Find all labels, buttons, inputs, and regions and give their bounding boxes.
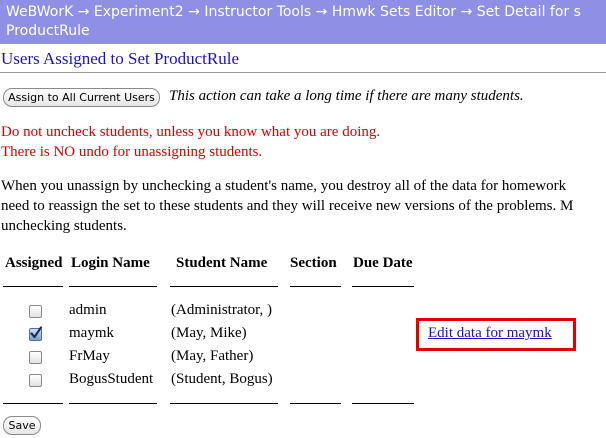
footer-rule-login: [69, 403, 157, 404]
header-rule-section: [290, 286, 341, 287]
footer-rule-student: [170, 403, 278, 404]
header-section: Section: [290, 255, 337, 271]
student-name-cell: (Student, Bogus): [171, 371, 273, 387]
assigned-checkbox-maymk[interactable]: [29, 326, 43, 341]
assign-note: This action can take a long time if ther…: [169, 88, 524, 104]
save-button[interactable]: Save: [3, 416, 41, 435]
assigned-checkbox-bogusstudent[interactable]: [29, 374, 42, 387]
title-divider: [0, 72, 606, 73]
breadcrumb-line-2: ProductRule: [6, 23, 90, 39]
header-login-name: Login Name: [71, 255, 150, 271]
footer-rule-assigned: [3, 403, 63, 404]
header-due-date: Due Date: [353, 255, 413, 271]
assigned-checkbox-admin[interactable]: [29, 305, 42, 318]
info-paragraph-line-2: need to reassign the set to these studen…: [1, 198, 574, 214]
info-paragraph-line-1: When you unassign by unchecking a studen…: [1, 178, 567, 194]
login-name-cell: FrMay: [69, 348, 110, 364]
student-name-cell: (May, Father): [171, 348, 254, 364]
breadcrumb-bar: WeBWorK → Experiment2 → Instructor Tools…: [0, 0, 606, 44]
header-rule-due: [352, 286, 414, 287]
edit-data-link-maymk[interactable]: Edit data for maymk: [428, 325, 552, 342]
footer-rule-due: [352, 403, 414, 404]
login-name-cell: admin: [69, 302, 107, 318]
page-title: Users Assigned to Set ProductRule: [1, 49, 239, 68]
assigned-checkbox-frmay[interactable]: [29, 351, 42, 364]
student-name-cell: (Administrator, ): [171, 302, 273, 318]
header-assigned: Assigned: [5, 255, 63, 271]
student-name-cell: (May, Mike): [171, 325, 247, 341]
info-paragraph-line-3: unchecking students.: [1, 218, 127, 234]
warning-line-1: Do not uncheck students, unless you know…: [1, 124, 381, 140]
header-rule-login: [69, 286, 157, 287]
breadcrumb-line-1[interactable]: WeBWorK → Experiment2 → Instructor Tools…: [6, 3, 606, 22]
login-name-cell: maymk: [69, 325, 114, 341]
header-rule-assigned: [3, 286, 63, 287]
header-student-name: Student Name: [176, 255, 268, 271]
login-name-cell: BogusStudent: [69, 371, 154, 387]
header-rule-student: [170, 286, 278, 287]
footer-rule-section: [290, 403, 341, 404]
checkmark-icon: [30, 326, 43, 339]
assign-to-all-button[interactable]: Assign to All Current Users: [3, 88, 160, 107]
warning-line-2: There is NO undo for unassigning student…: [1, 144, 263, 160]
